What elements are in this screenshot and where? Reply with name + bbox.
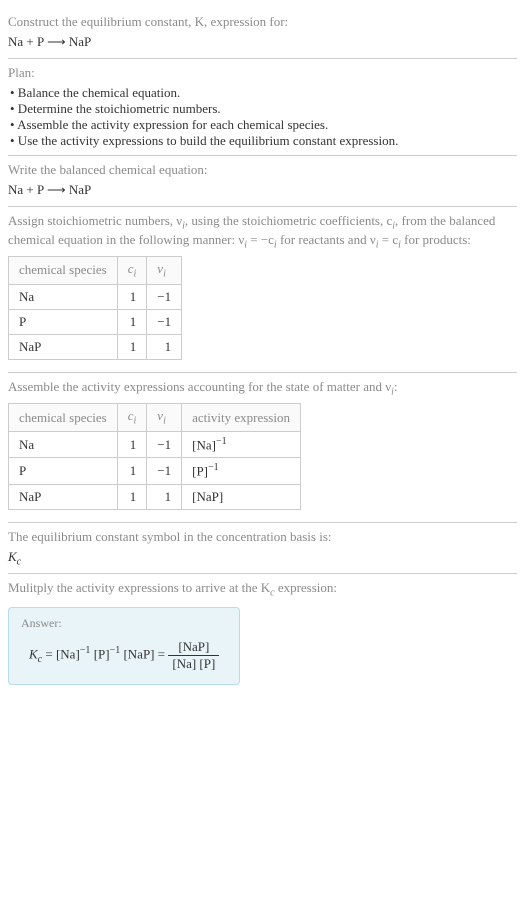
- table-row: Na 1 −1 [Na]−1: [9, 431, 301, 457]
- cell-species: Na: [9, 284, 118, 309]
- balanced-section: Write the balanced chemical equation: Na…: [8, 156, 517, 207]
- cell-nui: −1: [147, 309, 182, 334]
- answer-term-1: [Na]: [56, 646, 80, 661]
- plan-bullet-4: • Use the activity expressions to build …: [10, 133, 517, 149]
- cell-nui: 1: [147, 484, 182, 509]
- table-row: NaP 1 1 [NaP]: [9, 484, 301, 509]
- table-header-row: chemical species ci νi activity expressi…: [9, 404, 301, 432]
- symbol-value: Kc: [8, 549, 517, 568]
- cell-ci: 1: [117, 309, 147, 334]
- th-nui: νi: [147, 257, 182, 285]
- cell-species: Na: [9, 431, 118, 457]
- symbol-sub: c: [17, 556, 21, 567]
- plan-bullet-2: • Determine the stoichiometric numbers.: [10, 101, 517, 117]
- cell-ci: 1: [117, 334, 147, 359]
- cell-ci: 1: [117, 484, 147, 509]
- cell-activity: [P]−1: [182, 458, 301, 484]
- balanced-title: Write the balanced chemical equation:: [8, 162, 517, 178]
- symbol-section: The equilibrium constant symbol in the c…: [8, 523, 517, 575]
- stoich-text-7: for products:: [401, 232, 471, 247]
- cell-activity: [NaP]: [182, 484, 301, 509]
- symbol-desc: The equilibrium constant symbol in the c…: [8, 529, 517, 545]
- activity-section: Assemble the activity expressions accoun…: [8, 373, 517, 523]
- cell-nui: −1: [147, 431, 182, 457]
- activity-base: [P]: [192, 464, 208, 479]
- multiply-desc: Mulitply the activity expressions to arr…: [8, 580, 517, 599]
- th-species: chemical species: [9, 404, 118, 432]
- plan-title: Plan:: [8, 65, 517, 81]
- cell-species: NaP: [9, 484, 118, 509]
- answer-box: Answer: Kc = [Na]−1 [P]−1 [NaP] = [NaP][…: [8, 607, 240, 685]
- th-ci: ci: [117, 404, 147, 432]
- cell-species: P: [9, 458, 118, 484]
- stoich-table: chemical species ci νi Na 1 −1 P 1 −1 Na…: [8, 256, 182, 360]
- cell-nui: −1: [147, 284, 182, 309]
- cell-ci: 1: [117, 431, 147, 457]
- fraction-denominator: [Na] [P]: [168, 656, 219, 672]
- cell-ci: 1: [117, 458, 147, 484]
- answer-fraction: [NaP][Na] [P]: [168, 639, 219, 672]
- table-row: P 1 −1 [P]−1: [9, 458, 301, 484]
- table-row: NaP 1 1: [9, 334, 182, 359]
- th-nui: νi: [147, 404, 182, 432]
- activity-table: chemical species ci νi activity expressi…: [8, 403, 301, 509]
- answer-eq2: =: [155, 646, 169, 661]
- stoich-text-1: Assign stoichiometric numbers, ν: [8, 213, 182, 228]
- th-activity: activity expression: [182, 404, 301, 432]
- answer-k: K: [29, 646, 38, 661]
- stoich-text-5: for reactants and ν: [277, 232, 376, 247]
- input-equation: Na + P ⟶ NaP: [8, 34, 517, 50]
- answer-exp-2: −1: [110, 645, 121, 656]
- th-species: chemical species: [9, 257, 118, 285]
- answer-expression: Kc = [Na]−1 [P]−1 [NaP] = [NaP][Na] [P]: [21, 635, 227, 676]
- stoich-section: Assign stoichiometric numbers, ν i , using…: [8, 207, 517, 373]
- construct-prompt: Construct the equilibrium constant, K, e…: [8, 14, 517, 30]
- answer-eq1: =: [42, 646, 56, 661]
- th-ci: ci: [117, 257, 147, 285]
- cell-ci: 1: [117, 284, 147, 309]
- plan-section: Plan: • Balance the chemical equation. •…: [8, 59, 517, 156]
- cell-species: NaP: [9, 334, 118, 359]
- answer-term-3: [NaP]: [123, 646, 154, 661]
- answer-label: Answer:: [21, 616, 227, 631]
- balanced-equation: Na + P ⟶ NaP: [8, 182, 517, 198]
- sub-i: i: [134, 269, 137, 280]
- cell-nui: −1: [147, 458, 182, 484]
- stoich-text-2: , using the stoichiometric coefficients,…: [185, 213, 392, 228]
- activity-base: [Na]: [192, 437, 216, 452]
- multiply-text-1: Mulitply the activity expressions to arr…: [8, 580, 270, 595]
- sub-i: i: [163, 416, 166, 427]
- activity-desc: Assemble the activity expressions accoun…: [8, 379, 517, 398]
- stoich-desc: Assign stoichiometric numbers, νi, using…: [8, 213, 517, 250]
- answer-term-2: [P]: [94, 646, 110, 661]
- activity-text: Assemble the activity expressions accoun…: [8, 379, 391, 394]
- sub-i: i: [134, 416, 137, 427]
- multiply-text-2: expression:: [275, 580, 337, 595]
- cell-species: P: [9, 309, 118, 334]
- cell-activity: [Na]−1: [182, 431, 301, 457]
- sub-i: i: [163, 269, 166, 280]
- construct-text: Construct the equilibrium constant, K, e…: [8, 14, 288, 29]
- stoich-text-4: = −c: [247, 232, 274, 247]
- activity-exp: −1: [216, 436, 227, 447]
- symbol-k: K: [8, 549, 17, 564]
- table-row: P 1 −1: [9, 309, 182, 334]
- table-header-row: chemical species ci νi: [9, 257, 182, 285]
- activity-text-2: :: [394, 379, 398, 394]
- fraction-numerator: [NaP]: [168, 639, 219, 656]
- multiply-section: Mulitply the activity expressions to arr…: [8, 574, 517, 691]
- table-row: Na 1 −1: [9, 284, 182, 309]
- plan-bullet-3: • Assemble the activity expression for e…: [10, 117, 517, 133]
- activity-exp: −1: [208, 462, 219, 473]
- cell-nui: 1: [147, 334, 182, 359]
- answer-exp-1: −1: [80, 645, 91, 656]
- prompt-section: Construct the equilibrium constant, K, e…: [8, 8, 517, 59]
- stoich-text-6: = c: [378, 232, 398, 247]
- plan-bullet-1: • Balance the chemical equation.: [10, 85, 517, 101]
